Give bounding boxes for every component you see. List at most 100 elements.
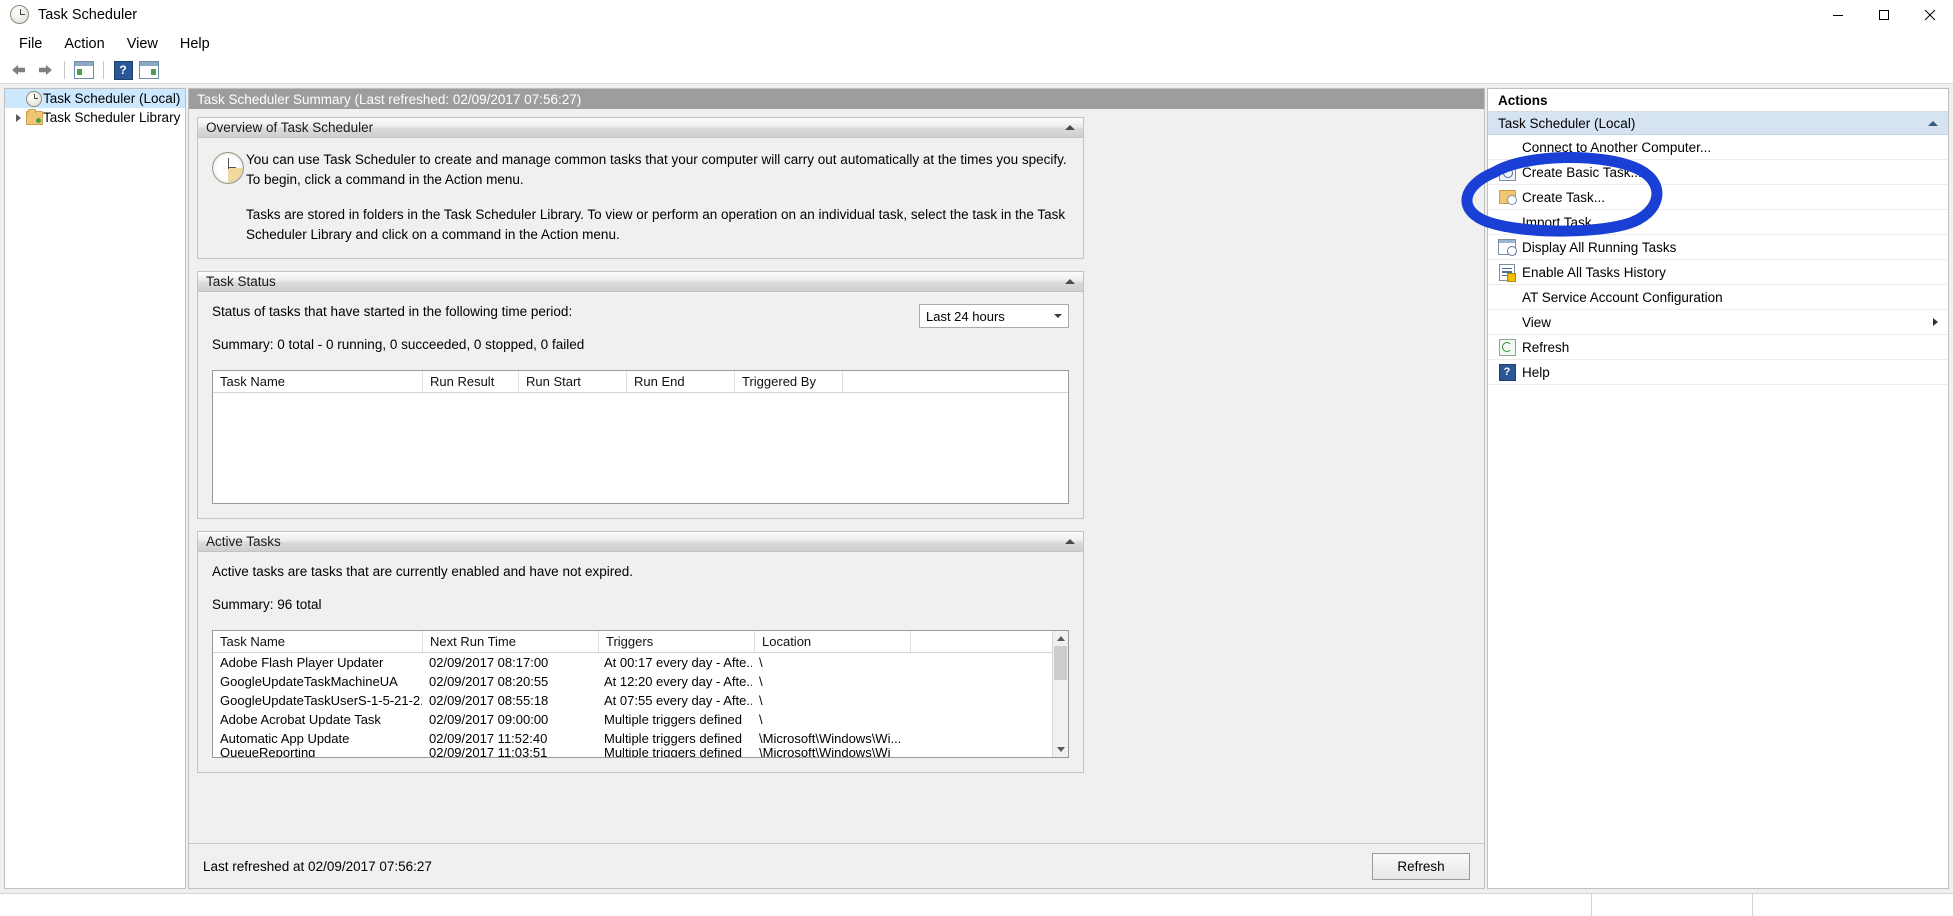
actions-title: Actions	[1488, 89, 1948, 112]
overview-card-header[interactable]: Overview of Task Scheduler	[198, 118, 1083, 138]
app-clock-icon	[10, 5, 30, 25]
running-tasks-icon	[1496, 239, 1518, 256]
chevron-down-icon[interactable]	[1048, 314, 1068, 319]
window-title: Task Scheduler	[38, 7, 138, 23]
cell-location: \	[759, 674, 763, 690]
forward-button[interactable]	[32, 59, 58, 81]
column-task-name[interactable]: Task Name	[213, 631, 423, 653]
action-label: Display All Running Tasks	[1522, 239, 1677, 255]
scroll-track[interactable]	[1053, 646, 1068, 743]
status-segment-3	[1752, 894, 1953, 916]
center-pane: Task Scheduler Summary (Last refreshed: …	[188, 88, 1485, 889]
tree-item-task-scheduler-local[interactable]: Task Scheduler (Local)	[5, 89, 185, 108]
back-button[interactable]	[6, 59, 32, 81]
active-tasks-card: Active Tasks Active tasks are tasks that…	[197, 531, 1084, 774]
action-view[interactable]: View	[1488, 310, 1948, 335]
active-tasks-card-header[interactable]: Active Tasks	[198, 532, 1083, 553]
action-create-task[interactable]: Create Task...	[1488, 185, 1948, 210]
refresh-icon	[1496, 338, 1518, 356]
action-help[interactable]: ? Help	[1488, 360, 1948, 385]
menu-help[interactable]: Help	[169, 33, 221, 55]
menu-view[interactable]: View	[116, 33, 169, 55]
chevron-up-icon[interactable]	[1065, 539, 1075, 545]
column-run-start[interactable]: Run Start	[519, 371, 627, 393]
active-tasks-grid-header: Task Name Next Run Time Triggers Locatio…	[213, 631, 1052, 654]
active-tasks-scrollbar[interactable]	[1052, 631, 1068, 758]
cell-next-run-time: 02/09/2017 08:17:00	[429, 655, 549, 671]
overview-card: Overview of Task Scheduler You can use T…	[197, 117, 1084, 260]
overview-card-body: You can use Task Scheduler to create and…	[198, 138, 1083, 259]
status-segment-main	[0, 894, 1591, 916]
column-next-run-time[interactable]: Next Run Time	[423, 631, 599, 653]
chevron-up-icon[interactable]	[1065, 279, 1075, 285]
minimize-button[interactable]	[1815, 0, 1861, 30]
table-row[interactable]: GoogleUpdateTaskMachineUA 02/09/2017 08:…	[213, 672, 1052, 691]
close-button[interactable]	[1907, 0, 1953, 30]
help-icon: ?	[1496, 363, 1518, 381]
task-status-empty-body	[213, 393, 1068, 504]
scroll-up-button[interactable]	[1053, 631, 1068, 647]
actions-group-label: Task Scheduler (Local)	[1498, 115, 1636, 131]
action-enable-all-tasks-history[interactable]: Enable All Tasks History	[1488, 260, 1948, 285]
column-task-name[interactable]: Task Name	[213, 371, 423, 393]
last-refreshed-label: Last refreshed at 02/09/2017 07:56:27	[203, 858, 432, 874]
scroll-thumb[interactable]	[1054, 646, 1067, 681]
task-status-card-header[interactable]: Task Status	[198, 272, 1083, 293]
action-import-task[interactable]: Import Task...	[1488, 210, 1948, 235]
task-status-grid-header: Task Name Run Result Run Start Run End T…	[213, 371, 1068, 394]
cell-task-name: Adobe Flash Player Updater	[220, 655, 384, 671]
action-create-basic-task[interactable]: Create Basic Task...	[1488, 160, 1948, 185]
table-row[interactable]: QueueReporting 02/09/2017 11:03:51 Multi…	[213, 748, 1052, 757]
chevron-right-icon[interactable]	[11, 113, 25, 122]
active-tasks-summary: Summary: 96 total	[212, 597, 322, 613]
actions-pane: Actions Task Scheduler (Local) Connect t…	[1487, 88, 1949, 889]
active-tasks-card-body: Active tasks are tasks that are currentl…	[198, 552, 1083, 773]
column-location[interactable]: Location	[755, 631, 911, 653]
action-refresh[interactable]: Refresh	[1488, 335, 1948, 360]
bottom-strip	[0, 893, 1953, 916]
column-filler	[843, 371, 1068, 392]
table-row[interactable]: GoogleUpdateTaskUserS-1-5-21-2... 02/09/…	[213, 691, 1052, 710]
action-at-service-account-configuration[interactable]: AT Service Account Configuration	[1488, 285, 1948, 310]
refresh-button[interactable]: Refresh	[1372, 852, 1470, 880]
cell-next-run-time: 02/09/2017 08:55:18	[429, 693, 549, 709]
clock-icon	[25, 90, 43, 107]
action-label: Connect to Another Computer...	[1522, 139, 1712, 155]
column-run-end[interactable]: Run End	[627, 371, 735, 393]
action-display-all-running-tasks[interactable]: Display All Running Tasks	[1488, 235, 1948, 260]
history-icon	[1496, 263, 1518, 282]
cell-task-name: QueueReporting	[220, 748, 316, 758]
help-button[interactable]: ?	[110, 59, 136, 81]
status-segment-2	[1591, 894, 1752, 916]
action-connect-to-another-computer[interactable]: Connect to Another Computer...	[1488, 135, 1948, 160]
task-status-label: Status of tasks that have started in the…	[212, 304, 573, 320]
cell-task-name: GoogleUpdateTaskUserS-1-5-21-2...	[220, 693, 422, 709]
table-row[interactable]: Adobe Flash Player Updater 02/09/2017 08…	[213, 653, 1052, 672]
cell-location: \	[759, 655, 763, 671]
chevron-up-icon[interactable]	[1928, 120, 1938, 126]
column-run-result[interactable]: Run Result	[423, 371, 519, 393]
menu-file[interactable]: File	[8, 33, 53, 55]
time-period-dropdown[interactable]: Last 24 hours	[919, 304, 1069, 329]
show-hide-action-pane-button[interactable]	[136, 59, 162, 81]
center-footer: Last refreshed at 02/09/2017 07:56:27 Re…	[189, 843, 1484, 888]
task-status-summary: Summary: 0 total - 0 running, 0 succeede…	[212, 337, 585, 353]
scroll-down-button[interactable]	[1053, 742, 1068, 758]
menu-action[interactable]: Action	[53, 33, 115, 55]
table-row[interactable]: Adobe Acrobat Update Task 02/09/2017 09:…	[213, 710, 1052, 729]
cell-triggers: Multiple triggers defined	[604, 748, 743, 758]
toolbar: ?	[0, 57, 1953, 84]
chevron-up-icon[interactable]	[1065, 125, 1075, 130]
cell-next-run-time: 02/09/2017 09:00:00	[429, 712, 549, 728]
tree-item-label: Task Scheduler Library	[43, 110, 181, 125]
console-tree-pane: Task Scheduler (Local) Task Scheduler Li…	[4, 88, 186, 889]
tree-item-task-scheduler-library[interactable]: Task Scheduler Library	[5, 108, 185, 127]
table-row[interactable]: Automatic App Update 02/09/2017 11:52:40…	[213, 729, 1052, 748]
toolbar-separator	[64, 61, 65, 79]
cell-triggers: At 12:20 every day - Afte...	[604, 674, 752, 690]
column-triggered-by[interactable]: Triggered By	[735, 371, 843, 393]
show-hide-console-tree-button[interactable]	[71, 59, 97, 81]
maximize-button[interactable]	[1861, 0, 1907, 30]
column-triggers[interactable]: Triggers	[599, 631, 755, 653]
actions-group-header[interactable]: Task Scheduler (Local)	[1488, 112, 1948, 135]
